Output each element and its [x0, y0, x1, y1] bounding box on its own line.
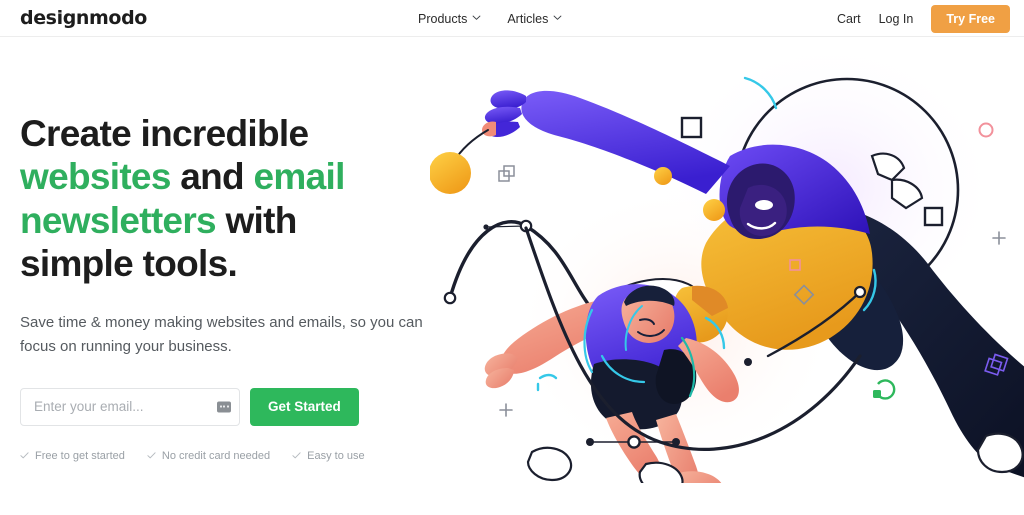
nav-link-login[interactable]: Log In	[879, 12, 914, 26]
page-root: designmodo Products Articles Cart Log In…	[0, 0, 1024, 515]
bezier-handle-dot	[672, 438, 680, 446]
headline-line-3-plain: with	[215, 199, 297, 241]
figure-top-hand	[490, 90, 526, 110]
headline-line-1: Create incredible	[20, 113, 309, 154]
main-navigation: Products Articles	[418, 0, 562, 37]
site-logo[interactable]: designmodo	[20, 7, 147, 29]
utility-navigation: Cart Log In Try Free	[837, 0, 1010, 37]
check-icon	[292, 451, 301, 460]
feature-list: Free to get started No credit card neede…	[20, 450, 450, 462]
feature-item-no-credit-card: No credit card needed	[147, 450, 270, 462]
figure-bottom-shoe-left	[526, 446, 573, 482]
check-icon	[147, 451, 156, 460]
headline-highlight-newsletters: newsletters	[20, 199, 217, 241]
chevron-down-icon	[472, 13, 481, 22]
keyboard-autofill-icon[interactable]	[217, 401, 231, 413]
hero-content: Create incredible websites and email new…	[20, 112, 450, 462]
headline-highlight-email: email	[253, 156, 346, 198]
feature-item-free-label: Free to get started	[35, 449, 125, 462]
feature-item-easy-to-use-label: Easy to use	[307, 449, 365, 462]
circle-anchor-square	[923, 206, 944, 227]
email-input[interactable]	[21, 388, 239, 425]
plus-decor	[992, 231, 1006, 245]
feature-item-free: Free to get started	[20, 450, 125, 462]
hero-subtitle: Save time & money making websites and em…	[20, 314, 423, 356]
signup-form: Get Started	[20, 387, 450, 426]
circle-anchor-square	[680, 116, 703, 139]
figure-top-eye	[755, 200, 773, 210]
bezier-handle-dot	[483, 224, 489, 230]
nav-item-products[interactable]: Products	[418, 12, 481, 26]
page-title: Create incredible websites and email new…	[20, 112, 450, 285]
bezier-handle-dot	[586, 438, 594, 446]
email-input-wrapper[interactable]	[20, 387, 240, 426]
chevron-down-icon	[553, 13, 562, 22]
feature-item-no-credit-card-label: No credit card needed	[161, 449, 271, 462]
figure-top-thumb	[482, 121, 496, 137]
stacked-squares-decor	[498, 165, 515, 182]
bezier-anchor-point	[627, 435, 641, 449]
headphones-icon-decor	[873, 379, 896, 400]
nav-link-cart[interactable]: Cart	[837, 12, 861, 26]
feature-item-easy-to-use: Easy to use	[292, 449, 365, 462]
figure-top-shoe	[976, 432, 1024, 474]
nav-item-articles[interactable]: Articles	[507, 12, 562, 26]
try-free-button[interactable]: Try Free	[931, 4, 1010, 33]
headline-line-4: simple tools.	[20, 242, 238, 284]
headline-highlight-websites: websites	[20, 156, 171, 198]
hero-illustration	[430, 38, 1024, 483]
small-yellow-ball-decor	[703, 199, 725, 221]
nav-item-products-label: Products	[418, 11, 468, 26]
get-started-button[interactable]: Get Started	[250, 387, 359, 426]
check-icon	[20, 451, 29, 460]
small-yellow-ball-decor	[654, 167, 672, 185]
bezier-anchor-point	[853, 285, 867, 299]
nav-item-articles-label: Articles	[507, 11, 549, 26]
figure-top-hand	[484, 106, 522, 125]
bezier-handle-dot	[744, 358, 752, 366]
headline-line-2-plain: and	[170, 156, 254, 198]
plus-decor	[499, 403, 513, 417]
site-header: designmodo Products Articles Cart Log In…	[0, 0, 1024, 37]
